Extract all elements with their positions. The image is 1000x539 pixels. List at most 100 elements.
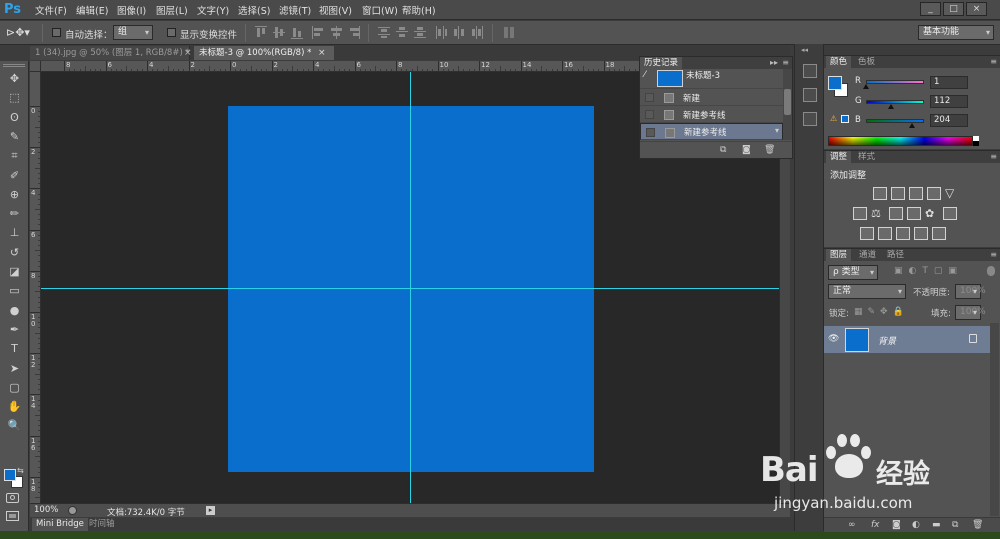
quick-mask-icon[interactable]: [6, 493, 19, 503]
menu-filter[interactable]: 滤镜(T): [279, 3, 311, 17]
history-step[interactable]: 新建: [640, 89, 783, 106]
filter-toggle[interactable]: [987, 266, 995, 276]
status-info-icon[interactable]: [68, 506, 77, 515]
history-source-box[interactable]: [645, 110, 654, 119]
workspace-switcher[interactable]: 基本功能: [918, 25, 994, 40]
tab-layers[interactable]: 图层: [826, 249, 852, 261]
layer-style-icon[interactable]: fx: [871, 520, 880, 530]
spot-heal-tool-icon[interactable]: ⊕: [5, 187, 24, 203]
properties-panel-icon[interactable]: [803, 88, 817, 102]
curves-icon[interactable]: [909, 187, 923, 200]
fill-field[interactable]: 100%: [955, 305, 986, 320]
color-spectrum-bar[interactable]: [828, 136, 973, 146]
b-slider-thumb[interactable]: [909, 123, 916, 128]
history-brush-source-icon[interactable]: ⁄: [644, 70, 646, 80]
pen-tool-icon[interactable]: ✒: [5, 322, 24, 338]
path-select-tool-icon[interactable]: ➤: [5, 361, 24, 377]
gradient-tool-icon[interactable]: ▭: [5, 283, 24, 299]
align-bottom-icon[interactable]: [291, 26, 303, 39]
brush-tool-icon[interactable]: ✏: [5, 206, 24, 222]
opacity-field[interactable]: 100%: [955, 284, 986, 299]
menu-window[interactable]: 窗口(W): [362, 3, 398, 17]
status-menu-icon[interactable]: ▸: [206, 506, 215, 515]
minimize-button[interactable]: _: [920, 2, 941, 16]
layer-kind-filter[interactable]: ρ 类型: [828, 265, 878, 280]
b-value-field[interactable]: 204: [930, 114, 968, 127]
black-white-icon[interactable]: [889, 207, 903, 220]
g-value-field[interactable]: 112: [930, 95, 968, 108]
tab-paths[interactable]: 路径: [883, 249, 908, 261]
marquee-tool-icon[interactable]: ⬚: [5, 90, 24, 106]
move-tool-preset-icon[interactable]: ⊳✥▾: [6, 26, 34, 40]
collapse-icon[interactable]: ▸▸: [770, 58, 778, 67]
horizontal-ruler[interactable]: 8642024681012141618202224: [41, 61, 639, 72]
distribute-left-icon[interactable]: [435, 26, 447, 39]
gradient-map-icon[interactable]: [932, 227, 946, 240]
new-layer-icon[interactable]: ⧉: [952, 520, 958, 530]
hue-saturation-icon[interactable]: [853, 207, 867, 220]
new-document-from-state-icon[interactable]: ⧉: [720, 145, 726, 155]
tab-close-icon[interactable]: ×: [184, 46, 193, 60]
eyedropper-tool-icon[interactable]: ✐: [5, 168, 24, 184]
tab-close-icon[interactable]: ×: [318, 46, 327, 60]
r-slider-thumb[interactable]: [863, 84, 870, 89]
distribute-hcenter-icon[interactable]: [453, 26, 465, 39]
tab-styles[interactable]: 样式: [854, 151, 879, 163]
stamp-tool-icon[interactable]: ⊥: [5, 225, 24, 241]
vibrance-icon[interactable]: ▽: [945, 187, 959, 200]
layer-row-background[interactable]: 👁 背景: [824, 326, 990, 353]
align-right-icon[interactable]: [348, 26, 360, 39]
align-left-icon[interactable]: [312, 26, 324, 39]
distribute-right-icon[interactable]: [471, 26, 483, 39]
show-transform-checkbox[interactable]: [167, 28, 176, 37]
color-balance-icon[interactable]: ⚖: [871, 207, 885, 220]
toolbar-grip[interactable]: [3, 64, 25, 67]
channel-mixer-icon[interactable]: ✿: [925, 207, 939, 220]
invert-icon[interactable]: [860, 227, 874, 240]
tab-swatches[interactable]: 色板: [854, 56, 879, 68]
out-of-gamut-icon[interactable]: ⚠: [830, 114, 837, 123]
tab-color[interactable]: 颜色: [826, 56, 852, 68]
align-vcenter-icon[interactable]: [273, 26, 285, 39]
menu-select[interactable]: 选择(S): [238, 3, 270, 17]
panel-menu-icon[interactable]: ≡: [990, 57, 997, 66]
layers-scrollbar[interactable]: [990, 323, 999, 516]
blend-mode-dropdown[interactable]: 正常: [828, 284, 906, 299]
auto-select-checkbox[interactable]: [52, 28, 61, 37]
tab-document-1[interactable]: 1 (34).jpg @ 50% (图层 1, RGB/8#) *: [30, 46, 190, 60]
levels-icon[interactable]: [891, 187, 905, 200]
camera-icon[interactable]: ◙: [742, 145, 751, 155]
lock-options-icons[interactable]: ▦✎✥🔒: [854, 307, 924, 317]
tab-timeline[interactable]: 时间轴: [85, 518, 119, 531]
panel-menu-icon[interactable]: ≡: [782, 58, 789, 67]
history-scrollbar[interactable]: [783, 69, 792, 140]
distribute-vcenter-icon[interactable]: [396, 26, 408, 39]
hand-tool-icon[interactable]: ✋: [5, 399, 24, 415]
auto-align-layers-icon[interactable]: [503, 26, 515, 39]
align-hcenter-icon[interactable]: [330, 26, 342, 39]
link-layers-icon[interactable]: ∞: [848, 520, 856, 530]
menu-file[interactable]: 文件(F): [35, 3, 67, 17]
move-tool-icon[interactable]: ✥: [5, 71, 24, 87]
vertical-ruler[interactable]: 024681 01 21 41 61 8: [30, 72, 41, 503]
lasso-tool-icon[interactable]: ʘ: [5, 110, 24, 126]
zoom-tool-icon[interactable]: 🔍: [5, 418, 24, 434]
dodge-tool-icon[interactable]: ●: [5, 303, 24, 319]
panel-menu-icon[interactable]: ≡: [990, 250, 997, 259]
photo-filter-icon[interactable]: [907, 207, 921, 220]
trash-icon[interactable]: 🗑: [764, 145, 775, 155]
brightness-contrast-icon[interactable]: [873, 187, 887, 200]
tab-adjustments[interactable]: 调整: [826, 151, 852, 163]
menu-type[interactable]: 文字(Y): [197, 3, 229, 17]
shape-tool-icon[interactable]: ▢: [5, 380, 24, 396]
new-group-icon[interactable]: ▬: [932, 520, 941, 530]
eye-icon[interactable]: 👁: [828, 334, 839, 344]
g-slider-thumb[interactable]: [888, 104, 895, 109]
quick-select-tool-icon[interactable]: ✎: [5, 129, 24, 145]
history-step[interactable]: 新建参考线: [640, 106, 783, 123]
gamut-swatch[interactable]: [841, 115, 849, 123]
selective-color-icon[interactable]: [914, 227, 928, 240]
tab-channels[interactable]: 通道: [855, 249, 880, 261]
auto-select-dropdown[interactable]: 组: [113, 25, 153, 40]
menu-help[interactable]: 帮助(H): [402, 3, 436, 17]
